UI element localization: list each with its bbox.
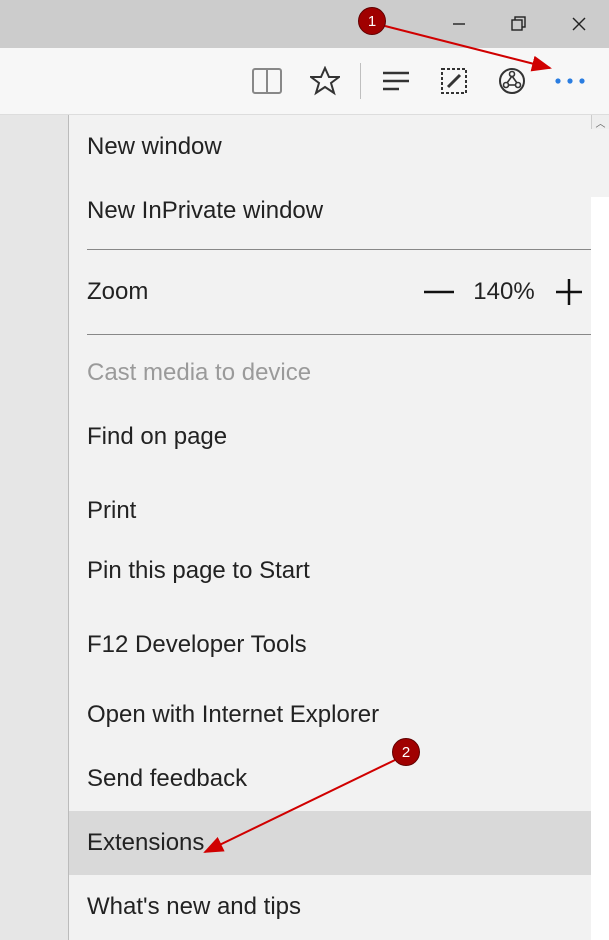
content-area: ︿ New window New InPrivate window Zoom 1… xyxy=(0,115,609,940)
share-icon[interactable] xyxy=(483,56,541,106)
annotation-callout-2: 2 xyxy=(392,738,420,766)
menu-cast-media: Cast media to device xyxy=(69,341,609,405)
hub-icon[interactable] xyxy=(367,56,425,106)
reading-view-icon[interactable] xyxy=(238,56,296,106)
menu-print[interactable]: Print xyxy=(69,469,609,543)
menu-send-feedback[interactable]: Send feedback xyxy=(69,747,609,811)
menu-separator xyxy=(87,249,591,250)
menu-open-ie[interactable]: Open with Internet Explorer xyxy=(69,677,609,747)
menu-zoom-row: Zoom 140% xyxy=(69,256,609,328)
more-button[interactable] xyxy=(541,56,599,106)
menu-separator xyxy=(87,334,591,335)
minimize-button[interactable] xyxy=(429,0,489,48)
browser-toolbar xyxy=(0,48,609,115)
menu-find-on-page[interactable]: Find on page xyxy=(69,405,609,469)
annotation-callout-1: 1 xyxy=(358,7,386,35)
toolbar-divider xyxy=(360,63,361,99)
scroll-up-button[interactable]: ︿ xyxy=(591,115,609,129)
menu-new-window[interactable]: New window xyxy=(69,115,609,179)
menu-new-inprivate[interactable]: New InPrivate window xyxy=(69,179,609,243)
web-notes-icon[interactable] xyxy=(425,56,483,106)
menu-devtools[interactable]: F12 Developer Tools xyxy=(69,603,609,677)
menu-pin-to-start[interactable]: Pin this page to Start xyxy=(69,543,609,603)
close-button[interactable] xyxy=(549,0,609,48)
zoom-value: 140% xyxy=(461,278,547,306)
zoom-out-button[interactable] xyxy=(417,270,461,314)
scrollbar-thumb[interactable] xyxy=(591,197,609,940)
menu-extensions[interactable]: Extensions xyxy=(69,811,609,875)
zoom-label: Zoom xyxy=(87,278,417,306)
more-menu: ︿ New window New InPrivate window Zoom 1… xyxy=(68,115,609,940)
window-titlebar xyxy=(0,0,609,48)
restore-button[interactable] xyxy=(489,0,549,48)
zoom-in-button[interactable] xyxy=(547,270,591,314)
favorites-star-icon[interactable] xyxy=(296,56,354,106)
menu-whats-new[interactable]: What's new and tips xyxy=(69,875,609,939)
